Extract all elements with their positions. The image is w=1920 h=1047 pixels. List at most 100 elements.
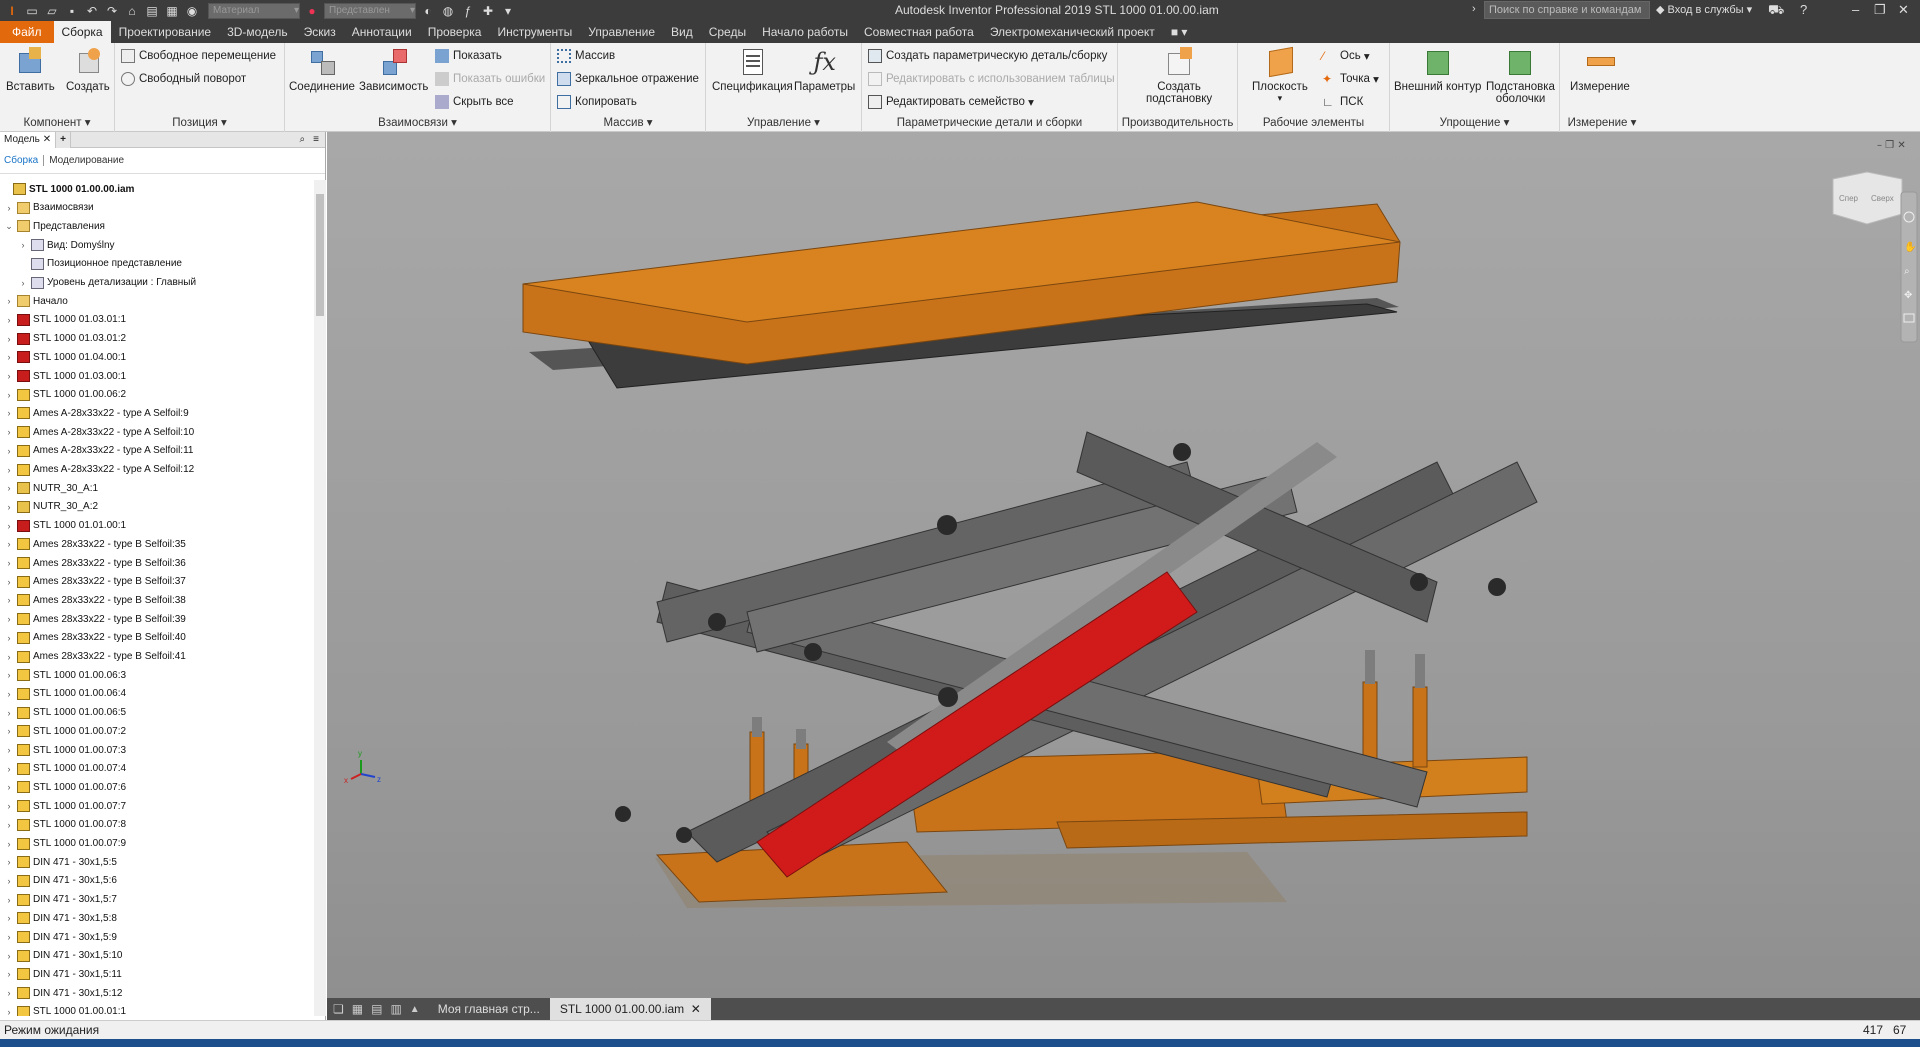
panel-options-icon[interactable]: ■ ▾ — [1163, 21, 1196, 43]
tree-node[interactable]: › Ames A-28x33x22 - type A Selfoil:12 — [4, 461, 194, 479]
joint-button[interactable]: Соединение — [289, 47, 355, 93]
expand-icon[interactable]: › — [4, 577, 14, 587]
minimize-icon[interactable]: – — [1852, 2, 1859, 17]
scissor-lift-model[interactable] — [522, 201, 1538, 908]
scroll-thumb[interactable] — [316, 194, 324, 316]
expand-icon[interactable]: › — [4, 539, 14, 549]
tree-node[interactable]: › STL 1000 01.00.06:5 — [4, 704, 126, 722]
adjust-icon[interactable]: ◍ — [440, 4, 456, 18]
tab-annotate[interactable]: Аннотации — [344, 21, 420, 43]
tab-manage[interactable]: Управление — [580, 21, 663, 43]
expand-icon[interactable]: › — [4, 315, 14, 325]
expand-icon[interactable]: › — [18, 240, 28, 250]
group-title[interactable]: Упрощение ▾ — [1390, 115, 1559, 129]
expand-icon[interactable]: › — [4, 913, 14, 923]
axis-button[interactable]: ⁄ Ось ▾ — [1322, 49, 1370, 63]
tree-node[interactable]: › DIN 471 - 30x1,5:10 — [4, 947, 123, 965]
tree-node[interactable]: › STL 1000 01.01.00:1 — [4, 517, 126, 535]
tree-node[interactable]: › Ames A-28x33x22 - type A Selfoil:11 — [4, 442, 193, 460]
tab-design[interactable]: Проектирование — [111, 21, 220, 43]
expand-icon[interactable]: › — [4, 764, 14, 774]
tab-view[interactable]: Вид — [663, 21, 701, 43]
insert-button[interactable]: Вставить — [6, 47, 55, 93]
expand-icon[interactable]: › — [4, 745, 14, 755]
app-logo-icon[interactable]: I — [4, 4, 20, 18]
tree-node[interactable]: › DIN 471 - 30x1,5:9 — [4, 928, 117, 946]
tab-inspect[interactable]: Проверка — [420, 21, 490, 43]
expand-icon[interactable]: › — [4, 521, 14, 531]
arrange-horizontal-icon[interactable]: ▤ — [371, 1002, 382, 1016]
tab-3d-model[interactable]: 3D-модель — [219, 21, 296, 43]
measure-plus-icon[interactable]: ✚ — [480, 4, 496, 18]
expand-icon[interactable]: › — [4, 1007, 14, 1016]
mirror-button[interactable]: Зеркальное отражение — [557, 72, 699, 86]
expand-icon[interactable]: › — [4, 352, 14, 362]
tree-node[interactable]: › Вид: Domyślny — [18, 236, 115, 254]
shrinkwrap-button[interactable]: Внешний контур — [1394, 47, 1481, 93]
help-search-input[interactable]: Поиск по справке и командам — [1484, 1, 1650, 19]
tree-node[interactable]: › Взаимосвязи — [4, 199, 94, 217]
expand-icon[interactable]: › — [4, 857, 14, 867]
tree-node[interactable]: › STL 1000 01.03.01:2 — [4, 330, 126, 348]
constraint-button[interactable]: Зависимость — [359, 47, 428, 93]
expand-icon[interactable]: › — [4, 988, 14, 998]
edit-family-button[interactable]: Редактировать семейство ▾ — [868, 95, 1034, 109]
group-title[interactable]: Компонент ▾ — [0, 115, 114, 129]
copy-button[interactable]: Копировать — [557, 95, 637, 109]
expand-icon[interactable]: › — [4, 334, 14, 344]
tree-node[interactable]: › STL 1000 01.00.01:1 — [4, 1003, 126, 1016]
tab-collaborate[interactable]: Совместная работа — [856, 21, 982, 43]
expand-icon[interactable]: › — [4, 465, 14, 475]
expand-icon[interactable]: › — [4, 558, 14, 568]
tree-node[interactable]: ⌄ Представления — [4, 217, 105, 235]
tree-node[interactable]: › STL 1000 01.00.07:6 — [4, 778, 126, 796]
expand-icon[interactable]: › — [4, 951, 14, 961]
tree-node[interactable]: › STL 1000 01.00.06:3 — [4, 666, 126, 684]
group-title[interactable]: Управление ▾ — [706, 115, 861, 129]
tab-get-started[interactable]: Начало работы — [754, 21, 856, 43]
close-icon[interactable]: ✕ — [691, 1002, 701, 1016]
show-errors-button[interactable]: Показать ошибки — [435, 72, 545, 86]
select-icon[interactable]: ▦ — [164, 4, 180, 18]
tree-node[interactable]: › Ames A-28x33x22 - type A Selfoil:10 — [4, 423, 194, 441]
bom-button[interactable]: Спецификация — [712, 47, 793, 93]
material-dropdown[interactable]: Материал ▾ — [208, 2, 300, 19]
redo-icon[interactable]: ↷ — [104, 4, 120, 18]
tab-list-icon[interactable]: ▲ — [410, 1004, 420, 1015]
arrow-right-icon[interactable]: › — [1472, 3, 1476, 15]
tree-node[interactable]: Позиционное представление — [18, 255, 182, 273]
expand-icon[interactable]: › — [4, 203, 14, 213]
help-icon[interactable]: ? — [1800, 2, 1807, 17]
browser-tab-model[interactable]: Модель ✕ — [0, 131, 57, 148]
show-relations-button[interactable]: Показать — [435, 49, 502, 63]
home-icon[interactable]: ⌂ — [124, 4, 140, 18]
open-icon[interactable]: ▱ — [44, 4, 60, 18]
group-title[interactable]: Измерение ▾ — [1560, 115, 1644, 129]
tab-assembly[interactable]: Сборка — [53, 21, 111, 43]
expand-icon[interactable]: › — [4, 595, 14, 605]
tree-node[interactable]: › NUTR_30_A:1 — [4, 479, 98, 497]
add-tab-icon[interactable]: + — [56, 131, 71, 148]
doc-tab-home[interactable]: Моя главная стр... — [428, 998, 550, 1020]
tree-node[interactable]: › DIN 471 - 30x1,5:6 — [4, 872, 117, 890]
tab-tools[interactable]: Инструменты — [489, 21, 580, 43]
expand-icon[interactable]: › — [4, 633, 14, 643]
pan-icon[interactable]: ✋ — [1904, 240, 1916, 253]
doc-tab-assembly[interactable]: STL 1000 01.00.00.iam ✕ — [549, 998, 711, 1020]
orbit-icon[interactable]: ✥ — [1904, 290, 1912, 301]
tab-electromechanical[interactable]: Электромеханический проект — [982, 21, 1163, 43]
expand-icon[interactable]: › — [4, 932, 14, 942]
expand-icon[interactable]: › — [4, 652, 14, 662]
tree-node[interactable]: › STL 1000 01.00.07:7 — [4, 797, 126, 815]
group-title[interactable]: Позиция ▾ — [115, 115, 284, 129]
appearance-icon[interactable]: ● — [304, 4, 320, 18]
edit-table-button[interactable]: Редактировать с использованием таблицы — [868, 72, 1115, 86]
expand-icon[interactable]: › — [4, 483, 14, 493]
tree-node[interactable]: › STL 1000 01.00.06:4 — [4, 685, 126, 703]
plane-button[interactable]: Плоскость ▾ — [1252, 46, 1308, 104]
free-rotate-button[interactable]: Свободный поворот — [121, 72, 246, 86]
tree-node[interactable]: › Уровень детализации : Главный — [18, 274, 196, 292]
free-move-button[interactable]: Свободное перемещение — [121, 49, 276, 63]
tree-node[interactable]: › Ames A-28x33x22 - type A Selfoil:9 — [4, 404, 189, 422]
navigation-bar[interactable]: ✋ ⌕ ✥ — [1900, 191, 1918, 343]
